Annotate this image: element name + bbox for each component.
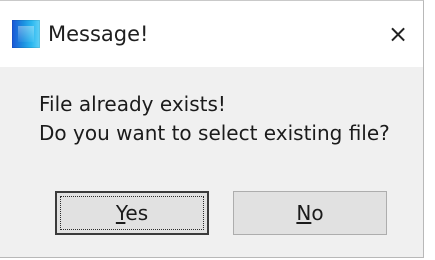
no-mnemonic: N (296, 201, 312, 225)
titlebar: Message! × (0, 1, 423, 67)
yes-button[interactable]: Yes (55, 191, 209, 235)
no-button-label: No (296, 201, 323, 225)
message-text: File already exists! Do you want to sele… (39, 90, 390, 148)
message-dialog: Message! × File already exists! Do you w… (0, 0, 424, 258)
yes-label-rest: es (125, 201, 149, 225)
no-button[interactable]: No (233, 191, 387, 235)
no-label-rest: o (311, 201, 324, 225)
window-title: Message! (48, 22, 149, 46)
close-button[interactable]: × (378, 15, 418, 53)
close-icon: × (387, 20, 409, 48)
screen: Message! × File already exists! Do you w… (0, 0, 435, 260)
message-line-1: File already exists! (39, 92, 226, 116)
app-icon (12, 20, 40, 48)
yes-button-label: Yes (116, 201, 148, 225)
message-line-2: Do you want to select existing file? (39, 121, 390, 145)
yes-mnemonic: Y (115, 201, 126, 225)
